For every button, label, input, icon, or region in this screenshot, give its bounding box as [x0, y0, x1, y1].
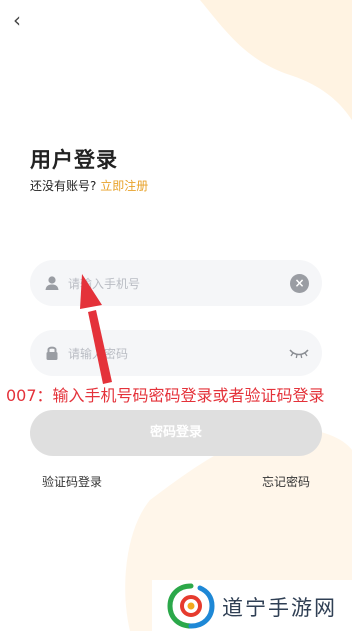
eye-closed-icon[interactable] [288, 347, 310, 359]
watermark-text: 道宁手游网 [222, 596, 337, 620]
clear-input-icon[interactable]: × [290, 274, 309, 293]
phone-input-placeholder: 请输入手机号 [68, 277, 141, 291]
watermark: 道宁手游网 [152, 580, 352, 631]
watermark-logo-icon [167, 583, 215, 629]
register-link[interactable]: 立即注册 [100, 179, 148, 193]
background-blob-top-right [125, 0, 352, 631]
phone-field[interactable]: 请输入手机号 × [30, 260, 322, 306]
annotation-arrow [80, 274, 112, 384]
back-button[interactable]: ‹ [6, 8, 28, 32]
password-input-placeholder: 请输入密码 [68, 347, 129, 361]
password-field[interactable]: 请输入密码 [30, 330, 322, 376]
code-login-link[interactable]: 验证码登录 [42, 473, 102, 490]
page-title: 用户登录 [30, 148, 118, 172]
password-login-button[interactable]: 密码登录 [30, 410, 322, 456]
register-prompt: 还没有账号? 立即注册 [30, 177, 148, 194]
user-icon [45, 276, 59, 290]
lock-icon [46, 346, 58, 360]
forgot-password-link[interactable]: 忘记密码 [262, 473, 310, 490]
no-account-text: 还没有账号? [30, 179, 97, 193]
annotation-text: 007：输入手机号码密码登录或者验证码登录 [6, 386, 325, 405]
